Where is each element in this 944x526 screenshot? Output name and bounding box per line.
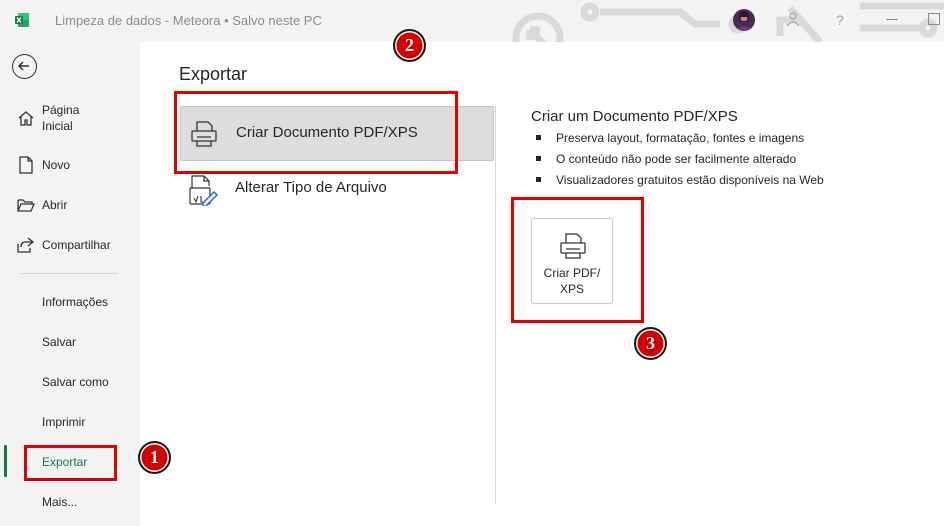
bullet-item: Visualizadores gratuitos estão disponíve… [536, 171, 824, 192]
sidebar-item-more[interactable]: Mais... [0, 484, 140, 520]
bullet-item: Preserva layout, formatação, fontes e im… [536, 129, 824, 150]
window-title: Limpeza de dados - Meteora • Salvo neste… [55, 13, 322, 28]
change-file-type-icon [188, 174, 219, 209]
panel-divider [495, 106, 496, 504]
excel-backstage-window: Limpeza de dados - Meteora • Salvo neste… [0, 0, 944, 526]
sidebar-item-share[interactable]: Compartilhar [0, 227, 140, 263]
sidebar-item-home[interactable]: Página Inicial [0, 98, 140, 138]
folder-open-icon [16, 195, 36, 215]
maximize-button[interactable] [928, 13, 940, 25]
highlight-create-pdf-button [511, 197, 644, 323]
minimize-button[interactable] [886, 19, 898, 20]
sidebar-item-label: Novo [42, 158, 71, 172]
sidebar-item-new[interactable]: Novo [0, 147, 140, 183]
sidebar-item-label: Compartilhar [42, 238, 111, 252]
sidebar-item-label: Imprimir [42, 415, 86, 429]
excel-logo-icon [15, 13, 29, 27]
detail-title: Criar um Documento PDF/XPS [531, 108, 738, 125]
step-badge-1: 1 [138, 441, 171, 474]
sidebar-item-save[interactable]: Salvar [0, 324, 140, 360]
new-document-icon [16, 155, 36, 175]
option-label: Alterar Tipo de Arquivo [235, 179, 387, 196]
step-badge-3: 3 [634, 327, 667, 360]
user-avatar[interactable] [733, 9, 755, 31]
sidebar-item-open[interactable]: Abrir [0, 187, 140, 223]
sidebar-item-label: Salvar como [42, 375, 109, 389]
detail-bullets: Preserva layout, formatação, fontes e im… [536, 129, 824, 192]
sidebar-item-print[interactable]: Imprimir [0, 404, 140, 440]
sidebar-item-label: Salvar [42, 335, 77, 349]
share-icon [16, 235, 36, 255]
home-icon [16, 108, 36, 128]
help-icon[interactable]: ? [836, 11, 844, 29]
circuit-decoration [512, 2, 944, 42]
step-badge-2: 2 [393, 29, 426, 62]
sidebar-item-info[interactable]: Informações [0, 284, 140, 320]
sidebar-item-label: Abrir [42, 198, 68, 212]
sidebar-item-label: Página Inicial [42, 103, 80, 133]
sidebar-divider [20, 273, 118, 274]
sidebar-item-save-as[interactable]: Salvar como [0, 364, 140, 400]
back-button[interactable] [12, 54, 37, 79]
back-arrow-icon [17, 61, 29, 71]
highlight-create-pdf-option [174, 91, 458, 174]
page-title: Exportar [179, 64, 248, 84]
sidebar-item-label: Informações [42, 295, 109, 309]
share-person-icon[interactable] [786, 11, 802, 31]
highlight-export [24, 445, 117, 481]
sidebar-item-label: Mais... [42, 495, 78, 509]
bullet-item: O conteúdo não pode ser facilmente alter… [536, 150, 824, 171]
title-bar: Limpeza de dados - Meteora • Salvo neste… [0, 0, 944, 42]
